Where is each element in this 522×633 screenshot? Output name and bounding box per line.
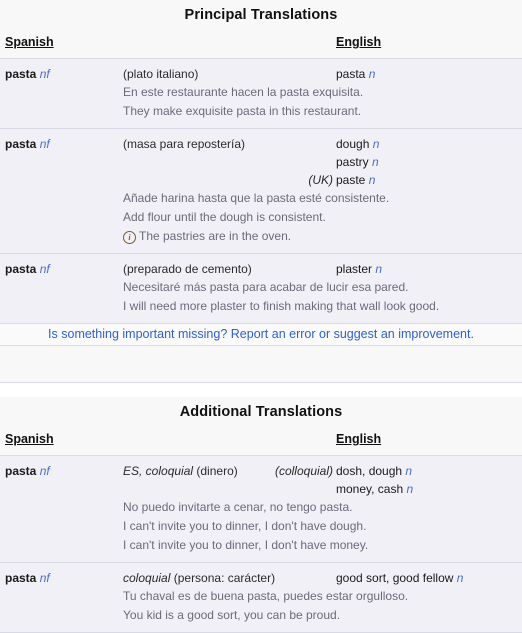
region-tag: (UK) [308, 173, 333, 187]
example-line: Añade harina hasta que la pasta esté con… [0, 189, 522, 208]
source-word[interactable]: pasta nf [5, 569, 50, 587]
table-row: pasta nf (plato italiano) pasta n En est… [0, 58, 522, 129]
principal-translations-table: Principal Translations Spanish English p… [0, 0, 522, 383]
sense-gloss: (masa para repostería) [123, 137, 246, 151]
example-line: Add flour until the dough is consistent. [0, 208, 522, 227]
column-header-english: English [336, 432, 382, 446]
entry-alt-target-line: (UK) paste n [0, 171, 522, 189]
source-pos: nf [39, 571, 50, 585]
target-pos: n [375, 262, 383, 276]
source-word[interactable]: pasta nf [5, 260, 50, 278]
source-pos: nf [39, 67, 50, 81]
example-line: No puedo invitarte a cenar, no tengo pas… [0, 498, 522, 517]
additional-translations-table: Additional Translations Spanish English … [0, 397, 522, 633]
entry-main-line: pasta nf (plato italiano) pasta n [0, 65, 522, 83]
column-header-row: Spanish English [0, 31, 522, 59]
example-text: En este restaurante hacen la pasta exqui… [123, 85, 364, 99]
target-word[interactable]: good sort, good fellow n [336, 569, 463, 587]
target-pos: n [406, 482, 414, 496]
example-line: En este restaurante hacen la pasta exqui… [0, 83, 522, 102]
entry-alt-target-line: pastry n [0, 153, 522, 171]
example-text: They make exquisite pasta in this restau… [123, 104, 362, 118]
target-pos: n [456, 571, 464, 585]
register-tag: ES, coloquial [123, 464, 194, 478]
source-pos: nf [39, 137, 50, 151]
example-text: I will need more plaster to finish makin… [123, 299, 440, 313]
section-spacer [0, 345, 522, 383]
section-title-row: Principal Translations [0, 0, 522, 31]
example-text: Add flour until the dough is consistent. [123, 210, 326, 224]
source-pos: nf [39, 262, 50, 276]
target-word[interactable]: money, cash n [336, 480, 413, 498]
entry-main-line: pasta nf (preparado de cemento) plaster … [0, 260, 522, 278]
report-error-row: Is something important missing? Report a… [0, 323, 522, 346]
example-line: I will need more plaster to finish makin… [0, 297, 522, 316]
example-text-with-icon: i The pastries are in the oven. [123, 227, 291, 246]
sense-gloss: (plato italiano) [123, 67, 199, 81]
entry-main-line: pasta nf coloquial (persona: carácter) g… [0, 569, 522, 587]
example-line: I can't invite you to dinner, I don't ha… [0, 536, 522, 555]
table-row: pasta nf (preparado de cemento) plaster … [0, 253, 522, 324]
source-word[interactable]: pasta nf [5, 65, 50, 83]
entry-alt-target-line: money, cash n [0, 480, 522, 498]
target-pos: n [372, 155, 379, 169]
target-word[interactable]: plaster n [336, 260, 382, 278]
column-header-spanish: Spanish [5, 432, 54, 446]
section-title-additional: Additional Translations [0, 397, 522, 428]
target-pos: n [372, 137, 380, 151]
example-text: You kid is a good sort, you can be proud… [123, 608, 341, 622]
target-word[interactable]: dough n [336, 135, 379, 153]
target-word[interactable]: pastry n [336, 153, 379, 171]
source-pos: nf [39, 464, 50, 478]
example-text: No puedo invitarte a cenar, no tengo pas… [123, 500, 353, 514]
example-text: Añade harina hasta que la pasta esté con… [123, 191, 390, 205]
example-text: Necesitaré más pasta para acabar de luci… [123, 280, 409, 294]
column-header-spanish: Spanish [5, 35, 54, 49]
section-title-principal: Principal Translations [0, 0, 522, 31]
section-title-row: Additional Translations [0, 397, 522, 428]
sense-gloss: (preparado de cemento) [123, 262, 252, 276]
example-line: I can't invite you to dinner, I don't ha… [0, 517, 522, 536]
target-pos: n [368, 67, 376, 81]
register-tag: coloquial [123, 571, 171, 585]
source-word[interactable]: pasta nf [5, 462, 50, 480]
target-pos: n [368, 173, 376, 187]
example-line: Tu chaval es de buena pasta, puedes esta… [0, 587, 522, 606]
register-tag-target: (colloquial) [274, 464, 333, 478]
target-word[interactable]: pasta n [336, 65, 375, 83]
example-line: i The pastries are in the oven. [0, 227, 522, 246]
example-text: I can't invite you to dinner, I don't ha… [123, 519, 367, 533]
column-header-english: English [336, 35, 382, 49]
target-pos: n [405, 464, 413, 478]
example-text: The pastries are in the oven. [139, 229, 292, 243]
source-word[interactable]: pasta nf [5, 135, 50, 153]
section-gap [0, 383, 522, 397]
report-error-link[interactable]: Is something important missing? Report a… [48, 327, 474, 341]
target-word[interactable]: dosh, dough n [336, 462, 412, 480]
table-row: pasta nf coloquial (persona: carácter) g… [0, 562, 522, 633]
info-icon: i [123, 231, 136, 244]
table-row: pasta nf (masa para repostería) dough n … [0, 128, 522, 254]
example-line: Necesitaré más pasta para acabar de luci… [0, 278, 522, 297]
sense-gloss: coloquial (persona: carácter) [123, 569, 275, 587]
entry-main-line: pasta nf (masa para repostería) dough n [0, 135, 522, 153]
table-row: pasta nf ES, coloquial (dinero) (colloqu… [0, 455, 522, 563]
target-word[interactable]: paste n [336, 171, 375, 189]
example-text: I can't invite you to dinner, I don't ha… [123, 538, 369, 552]
example-line: You kid is a good sort, you can be proud… [0, 606, 522, 625]
example-line: They make exquisite pasta in this restau… [0, 102, 522, 121]
example-text: Tu chaval es de buena pasta, puedes esta… [123, 589, 409, 603]
column-header-row: Spanish English [0, 428, 522, 456]
entry-main-line: pasta nf ES, coloquial (dinero) (colloqu… [0, 462, 522, 480]
sense-text: (persona: carácter) [173, 571, 276, 585]
